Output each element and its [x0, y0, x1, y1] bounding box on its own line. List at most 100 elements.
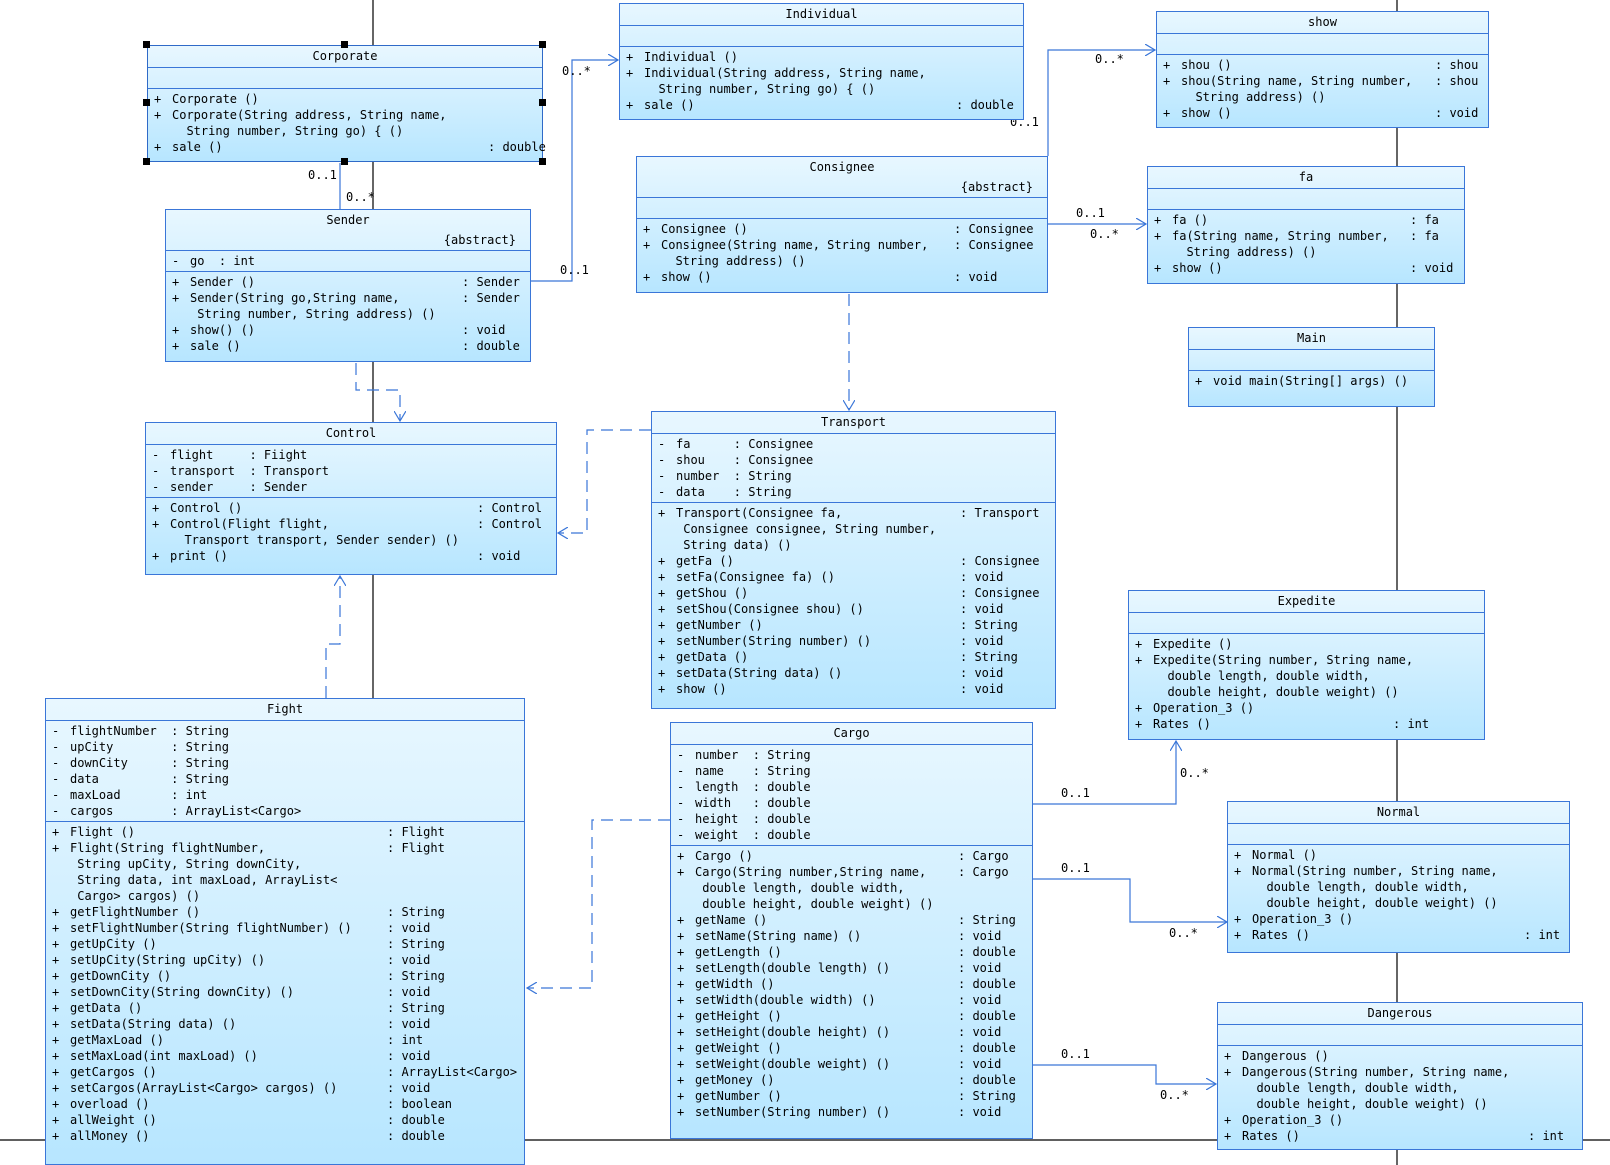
attribute-row[interactable]: - transport : Transport [146, 463, 556, 479]
operation-row[interactable]: + allWeight (): double [46, 1112, 524, 1128]
operation-row[interactable]: + getLength (): double [671, 944, 1032, 960]
class-show[interactable]: show + shou (): shou + shou(String name, Str… [1156, 11, 1489, 128]
operation-row[interactable]: + Control(Flight flight,: Control [146, 516, 556, 532]
class-cargo[interactable]: Cargo - number : String - name : String - leng… [670, 722, 1033, 1139]
operation-row[interactable]: + Dangerous(String number, String name, [1218, 1064, 1582, 1080]
operation-row[interactable]: + getCargos (): ArrayList<Cargo> [46, 1064, 524, 1080]
operation-row[interactable]: double length, double width, [1228, 879, 1569, 895]
operation-row[interactable]: + Expedite () [1129, 636, 1484, 652]
selection-handle-tl[interactable] [143, 41, 150, 48]
operation-row[interactable]: String data, int maxLoad, ArrayList< [46, 872, 524, 888]
operation-row[interactable]: + Operation_3 () [1218, 1112, 1582, 1128]
selection-handle-bl[interactable] [143, 158, 150, 165]
operation-row[interactable]: Consignee consignee, String number, [652, 521, 1055, 537]
operation-row[interactable]: + sale (): double [620, 97, 1023, 113]
class-individual[interactable]: Individual + Individual () + Individual(Stri… [619, 3, 1024, 120]
operation-row[interactable]: + Sender (): Sender [166, 274, 530, 290]
operation-row[interactable]: + setNumber(String number) (): void [652, 633, 1055, 649]
attribute-row[interactable]: - flight : Fiight [146, 447, 556, 463]
class-fa[interactable]: fa + fa (): fa + fa(String name, String numb… [1147, 166, 1465, 284]
operation-row[interactable]: String number, String go) { () [148, 123, 542, 139]
operation-row[interactable]: + show (): void [1148, 260, 1464, 276]
class-consignee[interactable]: Consignee {abstract} + Consignee (): Consig… [636, 156, 1048, 293]
operation-row[interactable]: + Expedite(String number, String name, [1129, 652, 1484, 668]
operation-row[interactable]: + setNumber(String number) (): void [671, 1104, 1032, 1120]
attribute-row[interactable]: - number : String [671, 747, 1032, 763]
operation-row[interactable]: + setWeight(double weight) (): void [671, 1056, 1032, 1072]
operation-row[interactable]: + getFlightNumber (): String [46, 904, 524, 920]
operation-row[interactable]: + Consignee (): Consignee [637, 221, 1047, 237]
operation-row[interactable]: + setUpCity(String upCity) (): void [46, 952, 524, 968]
operation-row[interactable]: + getNumber (): String [671, 1088, 1032, 1104]
operation-row[interactable]: + Cargo(String number,String name,: Cargo [671, 864, 1032, 880]
operation-row[interactable]: + getShou (): Consignee [652, 585, 1055, 601]
operation-row[interactable]: double height, double weight) () [671, 896, 1032, 912]
operation-row[interactable]: + getMaxLoad (): int [46, 1032, 524, 1048]
operation-row[interactable]: + sale (): double [166, 338, 530, 354]
attribute-row[interactable]: - name : String [671, 763, 1032, 779]
operation-row[interactable]: + setMaxLoad(int maxLoad) (): void [46, 1048, 524, 1064]
operation-row[interactable]: + setFlightNumber(String flightNumber) ()… [46, 920, 524, 936]
selection-handle-ml[interactable] [143, 99, 150, 106]
class-transport[interactable]: Transport - fa : Consignee - shou : Consigne… [651, 411, 1056, 709]
selection-handle-tr[interactable] [539, 41, 546, 48]
selection-handle-br[interactable] [539, 158, 546, 165]
attribute-row[interactable]: - downCity : String [46, 755, 524, 771]
operation-row[interactable]: + void main(String[] args) () [1189, 373, 1434, 389]
operation-row[interactable]: + getWeight (): double [671, 1040, 1032, 1056]
operation-row[interactable]: double length, double width, [671, 880, 1032, 896]
operation-row[interactable]: + setData(String data) (): void [652, 665, 1055, 681]
operation-row[interactable]: double length, double width, [1129, 668, 1484, 684]
class-main[interactable]: Main + void main(String[] args) () [1188, 327, 1435, 407]
attribute-row[interactable]: - shou : Consignee [652, 452, 1055, 468]
attribute-row[interactable]: - fa : Consignee [652, 436, 1055, 452]
attribute-row[interactable]: - data : String [46, 771, 524, 787]
operation-row[interactable]: + Rates (): int [1218, 1128, 1582, 1144]
operation-row[interactable]: + show (): void [652, 681, 1055, 697]
operation-row[interactable]: + show (): void [637, 269, 1047, 285]
attribute-row[interactable]: - cargos : ArrayList<Cargo> [46, 803, 524, 819]
attribute-row[interactable]: - maxLoad : int [46, 787, 524, 803]
operation-row[interactable]: + setLength(double length) (): void [671, 960, 1032, 976]
operation-row[interactable]: String address) () [637, 253, 1047, 269]
operation-row[interactable]: + shou (): shou [1157, 57, 1488, 73]
class-corporate[interactable]: Corporate + Corporate () + Corporate(String … [147, 45, 546, 162]
operation-row[interactable]: + Dangerous () [1218, 1048, 1582, 1064]
operation-row[interactable]: + getName (): String [671, 912, 1032, 928]
selection-handle-bm[interactable] [341, 158, 348, 165]
operation-row[interactable]: + setDownCity(String downCity) (): void [46, 984, 524, 1000]
operation-row[interactable]: double length, double width, [1218, 1080, 1582, 1096]
operation-row[interactable]: + getWidth (): double [671, 976, 1032, 992]
operation-row[interactable]: + getUpCity (): String [46, 936, 524, 952]
class-dangerous[interactable]: Dangerous + Dangerous () + Dangerous(String … [1217, 1002, 1583, 1150]
operation-row[interactable]: double height, double weight) () [1129, 684, 1484, 700]
operation-row[interactable]: + getDownCity (): String [46, 968, 524, 984]
selection-handle-mr[interactable] [539, 99, 546, 106]
operation-row[interactable]: String number, String go) { () [620, 81, 1023, 97]
operation-row[interactable]: + shou(String name, String number,: shou [1157, 73, 1488, 89]
attribute-row[interactable]: - number : String [652, 468, 1055, 484]
operation-row[interactable]: String number, String address) () [166, 306, 530, 322]
operation-row[interactable]: + Corporate () [148, 91, 542, 107]
operation-row[interactable]: + setName(String name) (): void [671, 928, 1032, 944]
class-expedite[interactable]: Expedite + Expedite () + Expedite(String num… [1128, 590, 1485, 740]
operation-row[interactable]: + Individual () [620, 49, 1023, 65]
operation-row[interactable]: Cargo> cargos) () [46, 888, 524, 904]
operation-row[interactable]: + getMoney (): double [671, 1072, 1032, 1088]
operation-row[interactable]: + Individual(String address, String name, [620, 65, 1023, 81]
operation-row[interactable]: + setWidth(double width) (): void [671, 992, 1032, 1008]
class-control[interactable]: Control - flight : Fiight - transport : Tran… [145, 422, 557, 575]
attribute-row[interactable]: - sender : Sender [146, 479, 556, 495]
operation-row[interactable]: + setShou(Consignee shou) (): void [652, 601, 1055, 617]
operation-row[interactable]: + show (): void [1157, 105, 1488, 121]
operation-row[interactable]: double height, double weight) () [1218, 1096, 1582, 1112]
operation-row[interactable]: + getNumber (): String [652, 617, 1055, 633]
operation-row[interactable]: String data) () [652, 537, 1055, 553]
class-sender[interactable]: Sender {abstract} - go : int + Sender (): Sen… [165, 209, 531, 362]
attribute-row[interactable]: - go : int [166, 253, 530, 269]
operation-row[interactable]: + show() (): void [166, 322, 530, 338]
operation-row[interactable]: + Corporate(String address, String name, [148, 107, 542, 123]
operation-row[interactable]: + overload (): boolean [46, 1096, 524, 1112]
operation-row[interactable]: + Flight (): Flight [46, 824, 524, 840]
operation-row[interactable]: Transport transport, Sender sender) () [146, 532, 556, 548]
